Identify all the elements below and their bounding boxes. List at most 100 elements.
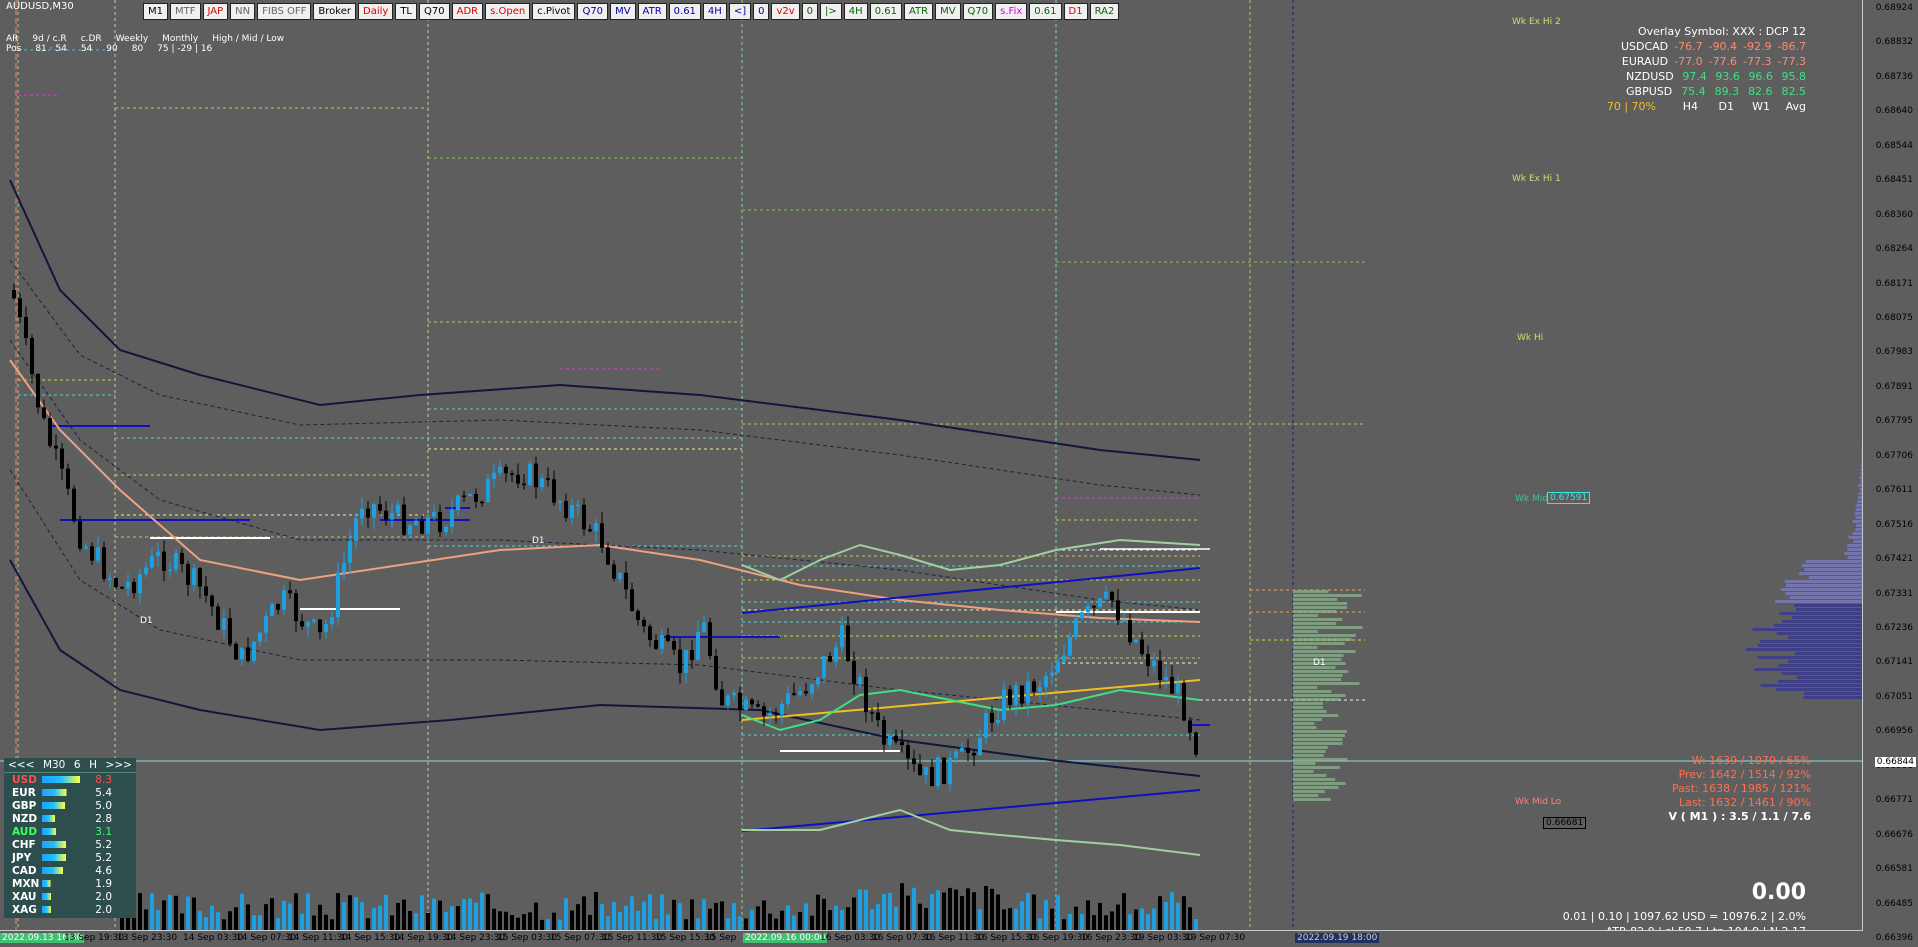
volume-profile-bar <box>1784 580 1863 583</box>
toolbar-button[interactable]: 4H <box>702 3 727 20</box>
toolbar-button[interactable]: 4H <box>843 3 868 20</box>
toolbar-button[interactable]: c.Pivot <box>532 3 576 20</box>
toolbar-button[interactable]: |> <box>820 3 842 20</box>
toolbar-button[interactable]: ADR <box>451 3 484 20</box>
volume-bar <box>234 907 238 930</box>
toolbar-button[interactable]: D1 <box>1063 3 1088 20</box>
toolbar-button[interactable]: s.Open <box>485 3 531 20</box>
meter-bar <box>42 776 80 783</box>
volume-bar <box>348 895 352 930</box>
volume-profile-bar <box>1293 686 1318 689</box>
volume-bar <box>714 902 718 930</box>
volume-bar <box>204 917 208 930</box>
volume-profile-bar <box>1776 632 1863 635</box>
volume-profile-bar <box>1293 694 1346 697</box>
candle-body <box>816 677 820 685</box>
toolbar-button[interactable]: ATR <box>637 3 667 20</box>
volume-bar <box>486 894 490 930</box>
candle-body <box>744 699 748 710</box>
volume-profile-bar <box>1293 682 1360 685</box>
volume-profile-bar <box>1293 778 1336 781</box>
volume-profile-bar <box>1847 544 1863 547</box>
candle-body <box>678 649 682 674</box>
toolbar-button[interactable]: TL <box>395 3 417 20</box>
volume-bar <box>756 906 760 930</box>
candle-body <box>1056 661 1060 673</box>
candle-body <box>576 504 580 507</box>
volume-profile-bar <box>1293 734 1345 737</box>
volume-profile-bar <box>1293 786 1339 789</box>
toolbar-button[interactable]: NN <box>230 3 256 20</box>
toolbar-button[interactable]: 0 <box>753 3 770 20</box>
toolbar-button[interactable]: Q70 <box>419 3 450 20</box>
toolbar-button[interactable]: MV <box>935 3 961 20</box>
meter-currency: JPY <box>12 851 32 864</box>
meter-row: MXN 1.9 <box>4 877 136 890</box>
volume-bar <box>618 911 622 930</box>
d1-marker: D1 <box>1313 658 1326 668</box>
volume-bar <box>990 888 994 930</box>
volume-bar <box>924 907 928 930</box>
indicator-toolbar: M1 MTF JAP NN FIBS OFF Broker Daily TL Q70 ADR s.O… <box>143 3 1120 20</box>
toolbar-button[interactable]: Daily <box>358 3 394 20</box>
volume-bar <box>336 893 340 930</box>
meter-next-button[interactable]: >>> <box>106 759 132 771</box>
meter-mode[interactable]: H <box>89 759 97 771</box>
volume-bar <box>666 914 670 930</box>
toolbar-button[interactable]: Broker <box>313 3 356 20</box>
toolbar-button[interactable]: Q70 <box>577 3 609 20</box>
candle-body <box>498 466 502 473</box>
price-tick: 0.67141 <box>1875 657 1913 668</box>
toolbar-button[interactable]: s.Fix <box>995 3 1028 20</box>
level-wk-ex-hi-2: Wk Ex Hi 2 <box>1512 17 1561 27</box>
price-tick: 0.68360 <box>1875 209 1913 220</box>
meter-timeframe[interactable]: M30 <box>43 759 65 771</box>
toolbar-button[interactable]: v2v <box>771 3 800 20</box>
volume-bar <box>1194 919 1198 930</box>
stat-cell: AR <box>6 34 19 44</box>
toolbar-button[interactable]: <] <box>728 3 752 20</box>
volume-bar <box>696 918 700 930</box>
volume-bar <box>210 905 214 930</box>
candle-body <box>1098 598 1102 608</box>
time-axis[interactable]: 2022.09.13 16:30 13 Sep 19:30 13 Sep 23:30… <box>0 930 1863 947</box>
toolbar-button[interactable]: MTF <box>170 3 201 20</box>
toolbar-button[interactable]: 0 <box>801 3 819 20</box>
candle-body <box>90 546 94 561</box>
volume-bar <box>582 896 586 930</box>
price-tick: 0.66485 <box>1875 898 1913 909</box>
toolbar-button[interactable]: M1 <box>143 3 168 20</box>
time-tick: 19 Sep 07:30 <box>1185 933 1246 943</box>
meter-bar <box>42 841 80 848</box>
volume-bar <box>570 910 574 930</box>
toolbar-button[interactable]: RA2 <box>1089 3 1120 20</box>
toolbar-button[interactable]: ATR <box>903 3 934 20</box>
meter-prev-button[interactable]: <<< <box>8 759 34 771</box>
toolbar-button[interactable]: 0.61 <box>1029 3 1062 20</box>
price-axis[interactable]: 0.66396 0.66485 0.66581 0.66676 0.66771 0.668… <box>1862 0 1918 947</box>
meter-currency: CAD <box>12 864 37 877</box>
toolbar-button[interactable]: MV <box>610 3 636 20</box>
stat-cell: 75 | -29 | 16 <box>157 44 213 54</box>
candle-body <box>480 501 484 504</box>
w-range: W: 1639 / 1070 / 65% <box>1691 754 1811 767</box>
volume-bar <box>1080 914 1084 930</box>
price-chart[interactable] <box>0 0 1918 947</box>
volume-bar <box>1146 914 1150 930</box>
toolbar-button[interactable]: 0.61 <box>869 3 902 20</box>
volume-bar <box>186 896 190 930</box>
toolbar-button[interactable]: FIBS OFF <box>257 3 312 20</box>
volume-bar <box>840 909 844 930</box>
volume-bar <box>972 892 976 930</box>
volume-bar <box>462 899 466 930</box>
toolbar-button[interactable]: 0.61 <box>668 3 701 20</box>
volume-bar <box>516 917 520 930</box>
volume-bar <box>642 901 646 930</box>
volume-profile-bar <box>1803 692 1863 695</box>
volume-bar <box>432 898 436 930</box>
time-tick: 14 Sep 15:30 <box>340 933 401 943</box>
volume-bar <box>150 893 154 930</box>
toolbar-button[interactable]: JAP <box>202 3 229 20</box>
toolbar-button[interactable]: Q70 <box>962 3 994 20</box>
candle-body <box>582 504 586 530</box>
